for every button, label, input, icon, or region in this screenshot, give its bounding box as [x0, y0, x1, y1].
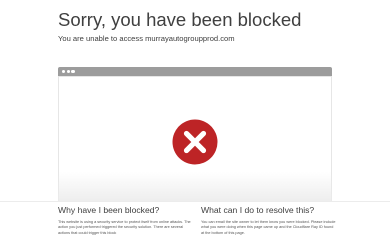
browser-window-bar [58, 67, 332, 76]
window-dots [62, 70, 75, 74]
resolve-heading: What can I do to resolve this? [201, 205, 315, 215]
resolve-section: What can I do to resolve this? You can e… [201, 205, 336, 236]
page-header: Sorry, you have been blocked You are una… [58, 8, 358, 44]
blocked-page: Sorry, you have been blocked You are una… [0, 0, 390, 240]
why-body: This website is using a security service… [58, 220, 191, 235]
why-heading: Why have I been blocked? [58, 205, 160, 215]
window-dot [71, 70, 75, 74]
window-dot [66, 70, 70, 74]
page-title: Sorry, you have been blocked [58, 9, 302, 30]
error-x-icon [172, 119, 218, 165]
window-dot [62, 70, 66, 74]
page-subtitle: You are unable to access murrayautogroup… [58, 34, 235, 43]
why-section: Why have I been blocked? This website is… [58, 205, 193, 236]
resolve-body: You can email the site owner to let them… [201, 220, 336, 235]
